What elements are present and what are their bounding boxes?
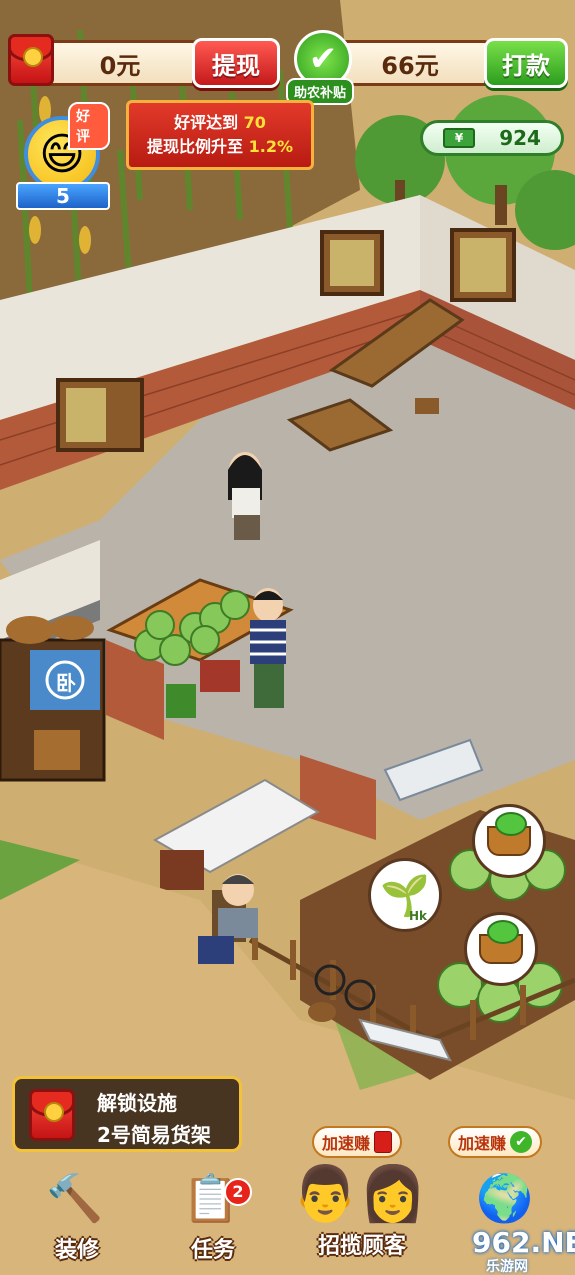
- cash-counter[interactable]: ¥ 924: [420, 120, 564, 156]
- rating-badge[interactable]: 😄 5 好评: [16, 102, 110, 210]
- decorate-button[interactable]: 🔨 装修: [22, 1160, 132, 1270]
- cabinet-sign: 卧: [56, 671, 76, 695]
- basket-icon: [479, 920, 523, 964]
- hammer-icon: 🔨: [46, 1170, 104, 1225]
- tip-line-2-value: 1.2%: [248, 137, 293, 156]
- tip-line-2: 提现比例升至 1.2%: [129, 135, 311, 159]
- watermark-site: 962.NET: [472, 1226, 575, 1259]
- rating-level: 5: [16, 182, 110, 210]
- rating-tag: 好评: [68, 102, 110, 150]
- speed-earn-tag-2[interactable]: 加速赚 ✔: [448, 1126, 543, 1158]
- red-packet-icon: [29, 1089, 75, 1141]
- rating-tip: 好评达到 70 提现比例升至 1.2%: [126, 100, 314, 170]
- task-label: 任务: [190, 1238, 235, 1263]
- unlock-item: 2号简易货架: [97, 1123, 211, 1147]
- unlock-title: 解锁设施: [97, 1091, 177, 1115]
- wallet-amount: 0元: [99, 51, 141, 80]
- payout-button[interactable]: 打款: [484, 38, 568, 88]
- subsidy-amount: 66元: [381, 51, 439, 80]
- sprout-tag: Hk: [409, 909, 428, 923]
- tip-line-1: 好评达到 70: [129, 111, 311, 135]
- subsidy-display: 66元: [328, 40, 492, 86]
- speed-earn-tag-1[interactable]: 加速赚: [312, 1126, 403, 1158]
- speed-label-1: 加速赚: [322, 1134, 371, 1153]
- withdraw-label: 提现: [212, 51, 260, 80]
- task-button[interactable]: 📋 任务 2: [158, 1160, 268, 1270]
- recruit-customers-button[interactable]: 👨‍👩 招揽顾客: [291, 1156, 427, 1266]
- money-bill-icon: ¥: [443, 128, 476, 148]
- cash-amount: 924: [499, 126, 541, 150]
- payout-label: 打款: [502, 51, 550, 80]
- red-packet-icon: [8, 34, 54, 86]
- tip-line-2-prefix: 提现比例升至: [147, 137, 244, 156]
- speed-label-2: 加速赚: [458, 1134, 507, 1153]
- tip-line-1-value: 70: [243, 113, 266, 132]
- check-icon: ✔: [510, 1131, 533, 1153]
- people-icon: 👨‍👩: [291, 1162, 427, 1225]
- task-badge: 2: [224, 1178, 252, 1206]
- globe-icon: 🌍: [476, 1170, 534, 1225]
- harvest-bubble-top[interactable]: [472, 804, 546, 878]
- watermark-name: 乐游网: [486, 1259, 528, 1275]
- unlock-facility-panel[interactable]: 解锁设施 2号简易货架: [12, 1076, 242, 1152]
- wallet-display: 0元: [40, 40, 200, 86]
- recruit-label: 招揽顾客: [317, 1234, 406, 1259]
- withdraw-button[interactable]: 提现: [192, 38, 280, 88]
- sprout-bubble[interactable]: 🌱 Hk: [368, 858, 442, 932]
- tip-line-1-prefix: 好评达到: [174, 113, 239, 132]
- decorate-label: 装修: [54, 1238, 99, 1263]
- harvest-bubble-bottom[interactable]: [464, 912, 538, 986]
- site-watermark: 962.NET 乐游网: [472, 1226, 575, 1275]
- basket-icon: [487, 812, 531, 856]
- red-packet-icon: [374, 1131, 393, 1153]
